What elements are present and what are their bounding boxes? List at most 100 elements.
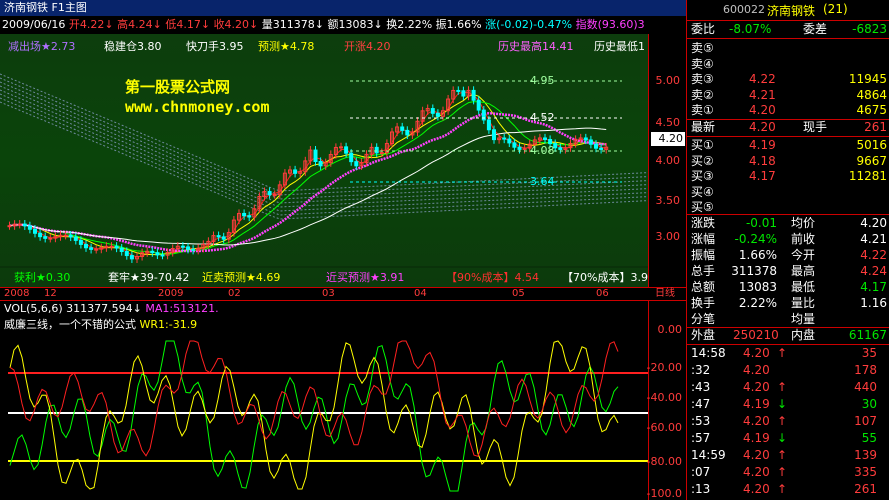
tick-time: :13 xyxy=(691,482,711,496)
stat-label: 最高 xyxy=(791,264,816,278)
bid-row[interactable]: 买③ 4.17 11281 xyxy=(691,168,889,185)
indicator-tick: -100.0 xyxy=(646,487,682,500)
tick-direction: ↑ xyxy=(777,482,788,496)
tick-volume: 139 xyxy=(854,448,877,462)
candle-body xyxy=(588,139,593,145)
candle-body xyxy=(349,152,354,163)
ask-row[interactable]: 卖⑤ xyxy=(691,40,889,57)
stat-value: 1.16 xyxy=(860,296,887,310)
tick-volume: 261 xyxy=(854,482,877,496)
ask-row-volume: 4864 xyxy=(856,87,887,102)
indicator-tick: -40.00 xyxy=(646,391,682,404)
stock-count: (21) xyxy=(823,2,848,16)
price-tick: 4.50 xyxy=(655,116,681,129)
candle-body xyxy=(435,112,440,117)
stats-row: 振幅 1.66% 今开 4.22 xyxy=(691,247,889,264)
stat-value: 4.21 xyxy=(860,232,887,246)
outer-inner-row: 外盘 250210 内盘 61167 xyxy=(691,328,887,342)
tick-row: :43 4.20 ↑ 440 xyxy=(691,379,889,396)
sub-header-line1: VOL(5,6,6) 311377.594↓ MA1:513121. xyxy=(4,302,219,315)
tick-volume: 335 xyxy=(854,465,877,479)
ask-row[interactable]: 卖④ xyxy=(691,56,889,73)
stat-value: 4.22 xyxy=(860,248,887,262)
ask-row-label: 卖① xyxy=(691,103,714,117)
stat-value: -0.24% xyxy=(734,232,777,246)
ask-row[interactable]: 卖③ 4.22 11945 xyxy=(691,71,889,88)
sub-header-line2: 威廉三线，一个不错的公式 WR1:-31.9 xyxy=(4,316,197,332)
tick-row: :13 4.20 ↑ 261 xyxy=(691,481,889,498)
date-axis: 2008 12 2009 02 03 04 05 06 日线 xyxy=(0,287,686,301)
tick-row: 14:59 4.20 ↑ 139 xyxy=(691,447,889,464)
date-tick: 2009 xyxy=(158,288,184,299)
bid-ask-ratio-row: 委比 -8.07% 委差 -6823 xyxy=(691,22,887,36)
candle-body xyxy=(89,247,94,250)
candle-body xyxy=(313,149,318,162)
bid-row[interactable]: 买① 4.19 5016 xyxy=(691,137,889,154)
bid-row-price: 4.18 xyxy=(749,153,776,168)
stat-value: 1.66% xyxy=(738,248,777,262)
stats-row: 总额 13083 最低 4.17 xyxy=(691,279,889,296)
tick-price: 4.20 xyxy=(743,346,770,360)
quote-high: 高4.24↓ xyxy=(117,18,162,31)
stats-row: 分笔 均量 xyxy=(691,311,889,328)
moving-average-line xyxy=(9,127,607,246)
wr-line-slow xyxy=(9,340,619,457)
level-label: 4.08 xyxy=(530,144,555,157)
ask-row-price: 4.22 xyxy=(749,72,776,86)
indicator-tick: -80.00 xyxy=(646,455,682,468)
candle-body xyxy=(405,129,410,136)
quote-turnover: 换2.22% xyxy=(386,18,433,31)
current-price-tag: 4.20 xyxy=(651,132,685,146)
main-kline-chart[interactable]: 减出场★2.73 稳建仓3.80 快刀手3.95 预测★4.78 开涨4.20 历史最高1… xyxy=(0,34,655,287)
bid-row[interactable]: 买④ xyxy=(691,184,889,201)
bid-row-volume: 9667 xyxy=(856,153,887,168)
quote-low: 低4.17↓ xyxy=(165,18,211,31)
candle-body xyxy=(242,212,247,217)
candle-body xyxy=(68,234,73,238)
top-indicator: 开涨4.20 xyxy=(344,40,391,53)
stat-label: 均价 xyxy=(791,216,816,230)
candle-body xyxy=(502,137,507,140)
ask-row[interactable]: 卖② 4.21 4864 xyxy=(691,87,889,104)
tick-price: 4.20 xyxy=(743,465,770,479)
candle-body xyxy=(318,160,323,167)
candle-body xyxy=(492,129,496,141)
candle-body xyxy=(543,137,547,140)
bid-row-label: 买① xyxy=(691,138,714,152)
candle-body xyxy=(129,255,134,260)
candle-body xyxy=(119,247,124,253)
candle-body xyxy=(22,223,27,227)
ask-row-label: 卖④ xyxy=(691,56,714,71)
date-tick[interactable]: 日线 xyxy=(655,288,675,300)
ask-row[interactable]: 卖① 4.20 4675 xyxy=(691,102,889,119)
ask-row-label: 卖⑤ xyxy=(691,41,714,55)
bid-row[interactable]: 买② 4.18 9667 xyxy=(691,153,889,170)
candle-body xyxy=(400,126,405,131)
candle-body xyxy=(247,215,252,218)
tick-row: :07 4.20 ↑ 335 xyxy=(691,464,889,481)
candle-body xyxy=(339,146,343,149)
ask-row-price: 4.21 xyxy=(749,87,776,102)
date-tick: 04 xyxy=(414,288,427,299)
stat-value: 4.17 xyxy=(860,280,887,294)
price-tick: 5.00 xyxy=(655,74,681,87)
vol-label: VOL(5,6,6) 311377.594↓ xyxy=(4,302,142,315)
price-tick: 3.50 xyxy=(655,194,681,207)
candle-body xyxy=(456,89,461,92)
candle-body xyxy=(27,225,32,230)
tick-time: :32 xyxy=(691,363,711,377)
williams-indicator-chart[interactable]: VOL(5,6,6) 311377.594↓ MA1:513121. 威廉三线，… xyxy=(0,301,648,500)
candle-body xyxy=(517,146,522,150)
candle-body xyxy=(150,250,155,254)
indicator-tick: -20.00 xyxy=(646,361,682,374)
quote-open: 开4.22↓ xyxy=(68,18,114,31)
tick-price: 4.20 xyxy=(743,482,770,496)
stat-label: 涨跌 xyxy=(691,216,716,230)
candle-body xyxy=(114,245,119,249)
bottom-indicator: 近卖预测★4.69 xyxy=(202,271,281,284)
candle-body xyxy=(17,223,22,226)
candle-body xyxy=(73,236,78,241)
level-label: 3.64 xyxy=(530,175,555,188)
latest-price-row: 最新 4.20 现手 261 xyxy=(691,120,887,134)
watermark-url: www.chnmoney.com xyxy=(125,98,270,116)
